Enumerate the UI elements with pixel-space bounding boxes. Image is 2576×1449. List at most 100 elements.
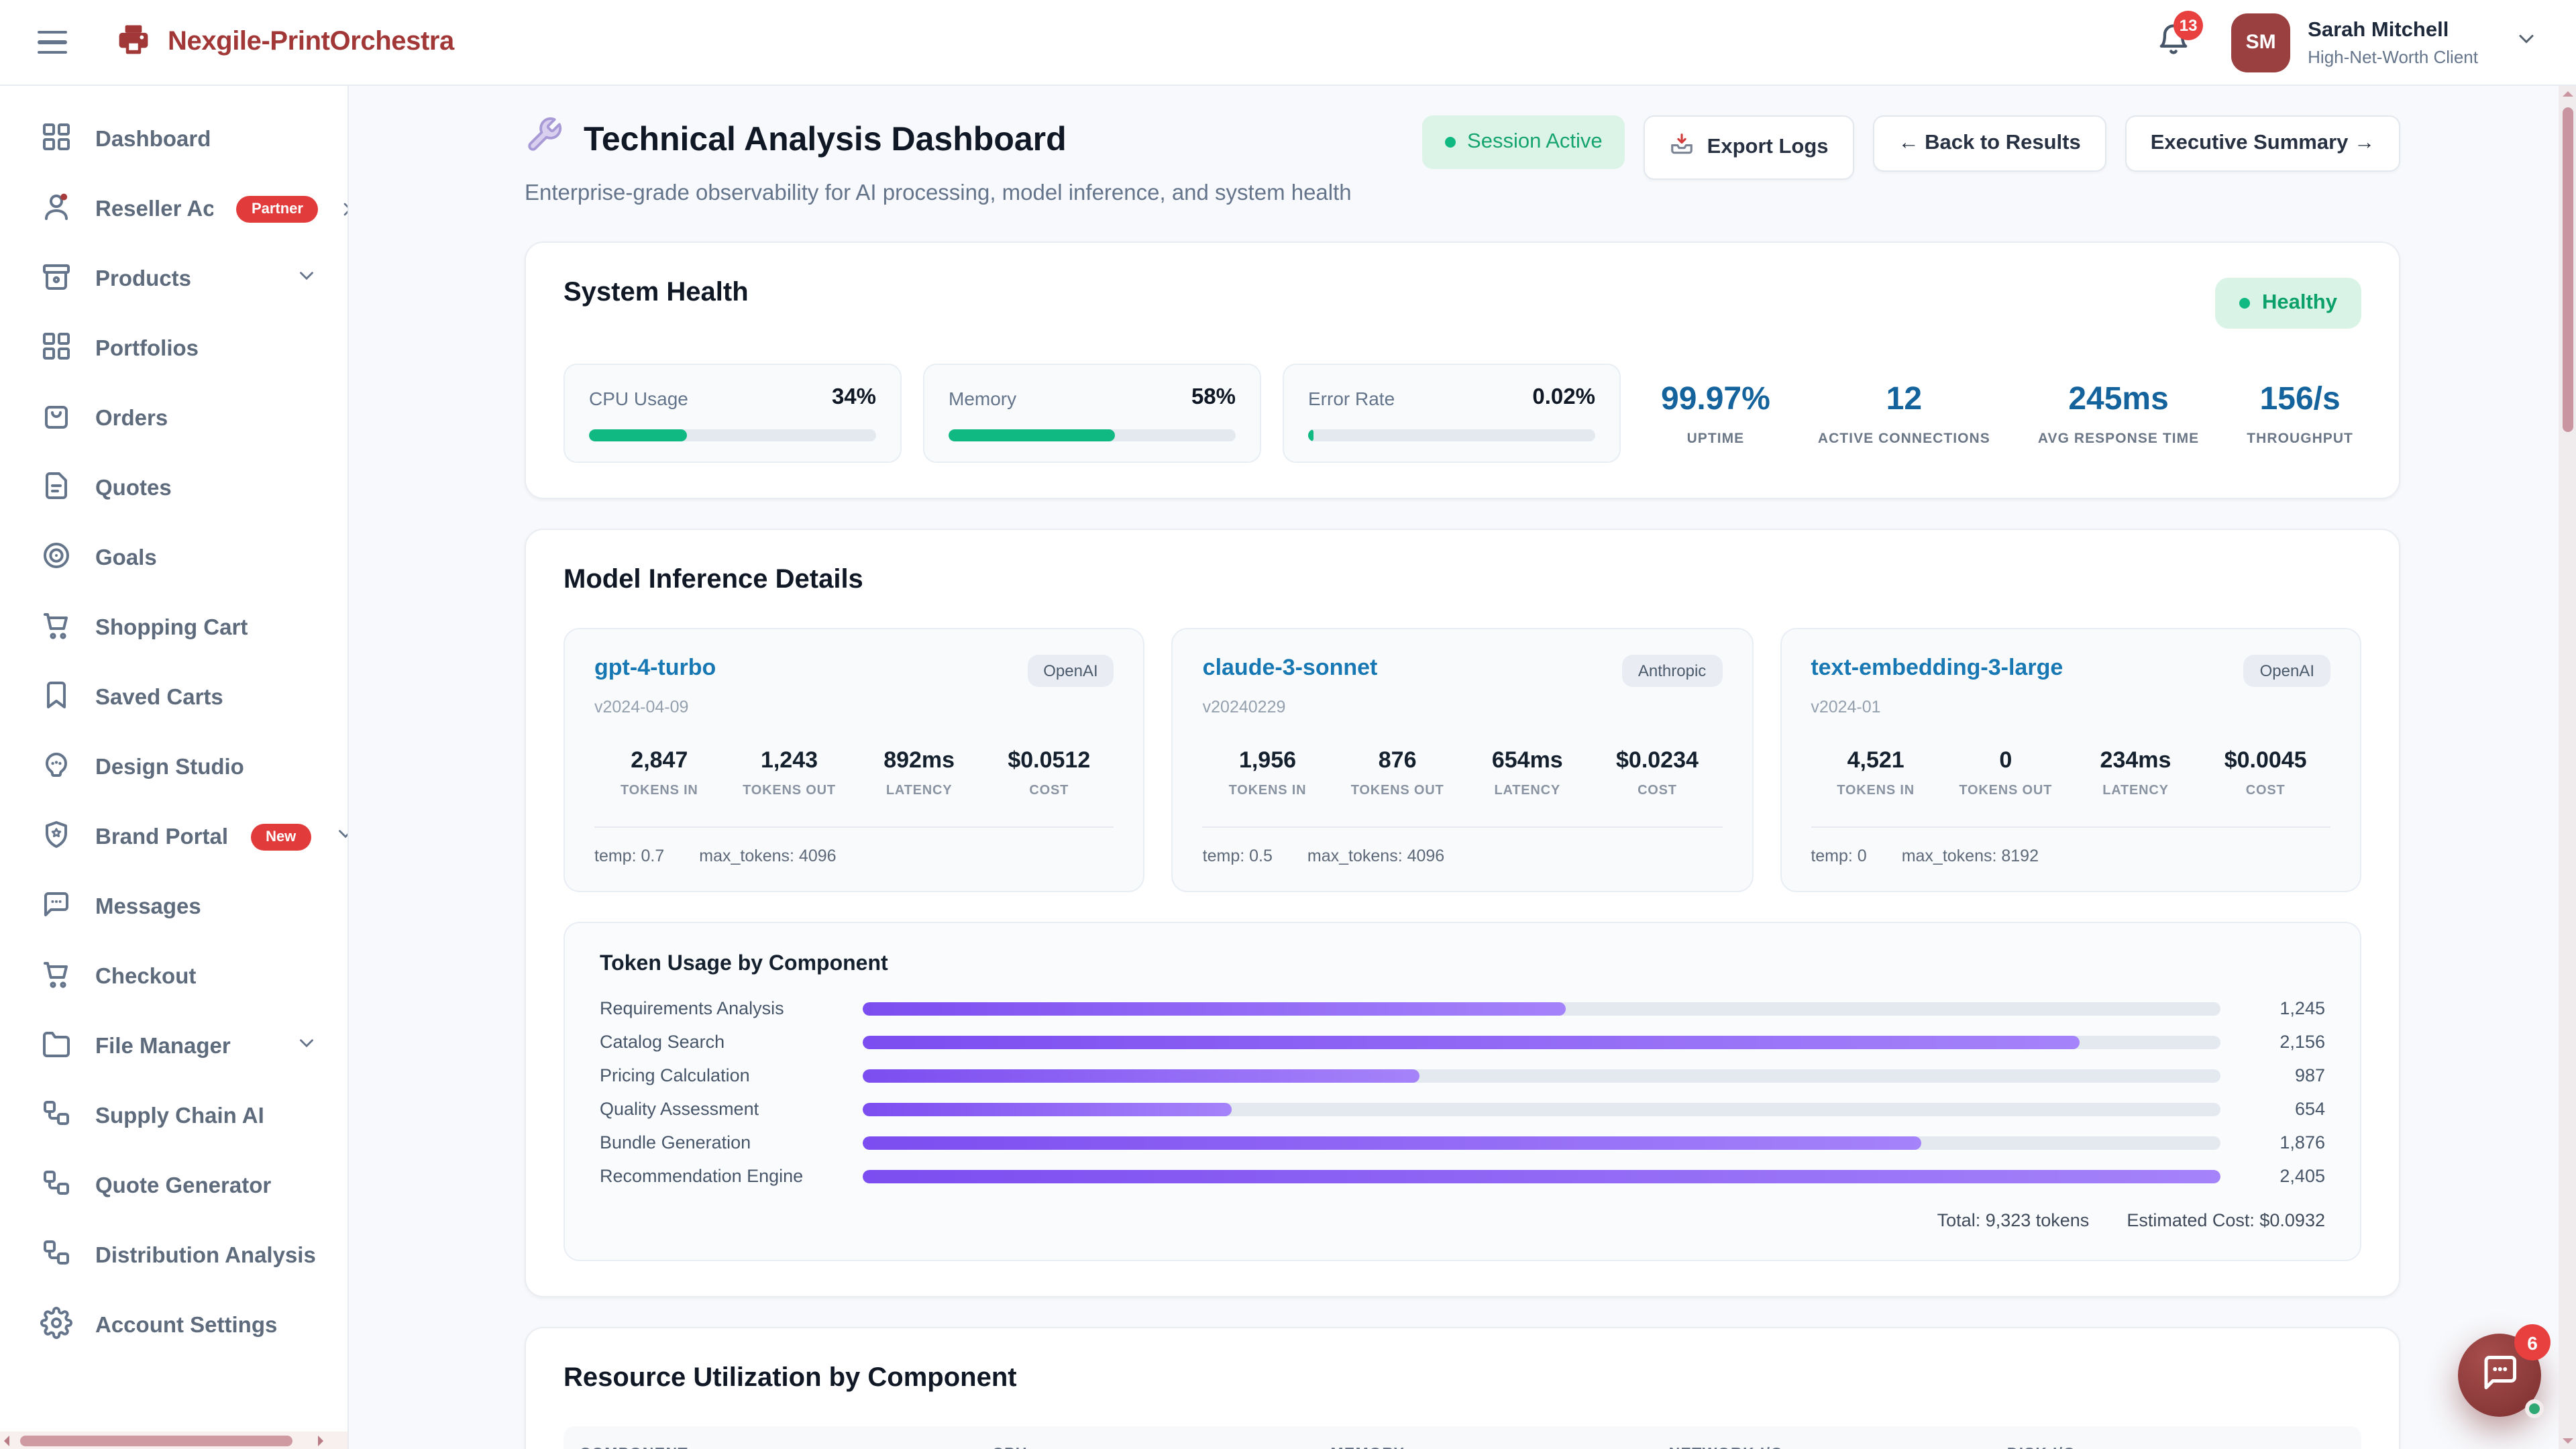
bell-icon bbox=[2156, 39, 2191, 62]
model-name-link[interactable]: claude-3-sonnet bbox=[1203, 655, 1378, 682]
back-to-results-button[interactable]: ← Back to Results bbox=[1873, 115, 2106, 172]
sidebar-item-file-manager[interactable]: File Manager bbox=[0, 1012, 347, 1081]
model-card-text-embedding-3-large: text-embedding-3-large OpenAI v2024-01 4… bbox=[1780, 628, 2361, 892]
estimated-cost: Estimated Cost: $0.0932 bbox=[2127, 1210, 2325, 1230]
system-health-card: System Health Healthy CPU Usage 34% bbox=[525, 241, 2400, 499]
brand-name: Nexgile-PrintOrchestra bbox=[168, 27, 454, 58]
partner-badge: Partner bbox=[237, 196, 318, 223]
main-area: Technical Analysis Dashboard Enterprise-… bbox=[349, 86, 2576, 1449]
sidebar-item-goals[interactable]: Goals bbox=[0, 523, 347, 593]
chat-unread-badge: 6 bbox=[2514, 1324, 2551, 1360]
sidebar-item-products[interactable]: Products bbox=[0, 244, 347, 314]
model-name-link[interactable]: text-embedding-3-large bbox=[1811, 655, 2063, 682]
sidebar-item-checkout[interactable]: Checkout bbox=[0, 942, 347, 1012]
cpu-usage-metric: CPU Usage 34% bbox=[564, 364, 902, 463]
sidebar-item-quotes[interactable]: Quotes bbox=[0, 453, 347, 523]
app-root: Nexgile-PrintOrchestra 13 SM Sarah Mitch… bbox=[0, 0, 2576, 1449]
wrench-icon bbox=[525, 115, 564, 164]
sidebar-item-saved-carts[interactable]: Saved Carts bbox=[0, 663, 347, 733]
shopping-bag-icon bbox=[40, 399, 72, 438]
export-logs-button[interactable]: Export Logs bbox=[1644, 115, 1854, 180]
sidebar-item-dashboard[interactable]: Dashboard bbox=[0, 105, 347, 174]
sidebar-horizontal-scrollbar[interactable] bbox=[0, 1432, 349, 1449]
metric-value: 58% bbox=[1191, 385, 1236, 411]
sidebar-item-brand-portal[interactable]: Brand Portal New bbox=[0, 802, 347, 872]
top-header: Nexgile-PrintOrchestra 13 SM Sarah Mitch… bbox=[0, 0, 2576, 86]
sidebar-item-shopping-cart[interactable]: Shopping Cart bbox=[0, 593, 347, 663]
brand[interactable]: Nexgile-PrintOrchestra bbox=[115, 21, 454, 64]
vertical-scrollbar[interactable] bbox=[2559, 86, 2576, 1449]
products-box-icon bbox=[40, 260, 72, 299]
resource-table: COMPONENT CPU MEMORY NETWORK I/O DISK I/… bbox=[564, 1426, 2361, 1449]
sidebar-item-portfolios[interactable]: Portfolios bbox=[0, 314, 347, 384]
token-usage-row: Catalog Search 2,156 bbox=[600, 1032, 2325, 1052]
model-name-link[interactable]: gpt-4-turbo bbox=[594, 655, 716, 682]
sidebar-item-reseller-account[interactable]: Reseller Account Partner bbox=[0, 174, 347, 244]
user-role: High-Net-Worth Client bbox=[2308, 46, 2478, 66]
model-version: v2024-04-09 bbox=[594, 698, 1114, 716]
model-version: v2024-01 bbox=[1811, 698, 2330, 716]
chevron-down-icon bbox=[295, 264, 318, 294]
sidebar-item-label: Orders bbox=[95, 406, 168, 431]
user-icon bbox=[40, 190, 72, 229]
executive-summary-button[interactable]: Executive Summary → bbox=[2125, 115, 2400, 172]
user-name: Sarah Mitchell bbox=[2308, 18, 2478, 42]
metric-label: Memory bbox=[949, 387, 1016, 409]
portfolios-grid-icon bbox=[40, 329, 72, 368]
cart-icon bbox=[40, 608, 72, 647]
sidebar-item-quote-generator[interactable]: Quote Generator bbox=[0, 1151, 347, 1221]
system-health-title: System Health bbox=[564, 278, 749, 309]
status-dot bbox=[2239, 298, 2250, 309]
resource-utilization-title: Resource Utilization by Component bbox=[564, 1363, 2361, 1394]
progress-fill bbox=[589, 429, 687, 441]
sidebar-item-distribution-analysis[interactable]: Distribution Analysis bbox=[0, 1221, 347, 1291]
token-usage-card: Token Usage by Component Requirements An… bbox=[564, 922, 2361, 1261]
token-total: Total: 9,323 tokens bbox=[1937, 1210, 2090, 1230]
model-inference-card: Model Inference Details gpt-4-turbo Open… bbox=[525, 529, 2400, 1297]
chevron-right-icon bbox=[337, 199, 349, 227]
hamburger-menu-icon[interactable] bbox=[38, 31, 67, 54]
notifications-button[interactable]: 13 bbox=[2156, 21, 2191, 63]
model-inference-title: Model Inference Details bbox=[564, 565, 2361, 596]
error-rate-metric: Error Rate 0.02% bbox=[1283, 364, 1621, 463]
workflow-icon bbox=[40, 1097, 72, 1136]
token-usage-row: Quality Assessment 654 bbox=[600, 1099, 2325, 1119]
target-icon bbox=[40, 539, 72, 578]
sidebar: Dashboard Reseller Account Partner Produ… bbox=[0, 86, 349, 1449]
scroll-down-arrow-icon[interactable] bbox=[2562, 1438, 2573, 1444]
model-card-claude-3-sonnet: claude-3-sonnet Anthropic v20240229 1,95… bbox=[1172, 628, 1754, 892]
scrollbar-thumb[interactable] bbox=[20, 1435, 292, 1446]
bar-fill bbox=[863, 1136, 1922, 1149]
sidebar-item-label: Account Settings bbox=[95, 1313, 277, 1338]
avg-response-time-stat: 245ms AVG RESPONSE TIME bbox=[2038, 380, 2199, 446]
chat-button[interactable]: 6 bbox=[2458, 1334, 2541, 1417]
sidebar-item-orders[interactable]: Orders bbox=[0, 384, 347, 453]
sidebar-item-label: Dashboard bbox=[95, 127, 211, 152]
user-menu[interactable]: SM Sarah Mitchell High-Net-Worth Client bbox=[2231, 13, 2538, 72]
sidebar-item-messages[interactable]: Messages bbox=[0, 872, 347, 942]
cart-icon bbox=[40, 957, 72, 996]
bar-track bbox=[863, 1102, 2220, 1116]
document-icon bbox=[40, 469, 72, 508]
download-tray-icon bbox=[1670, 131, 1695, 164]
message-icon bbox=[40, 888, 72, 926]
model-params: temp: 0.5max_tokens: 4096 bbox=[1203, 826, 1723, 865]
scroll-right-arrow-icon[interactable] bbox=[318, 1436, 323, 1446]
token-usage-row: Recommendation Engine 2,405 bbox=[600, 1166, 2325, 1186]
scroll-left-arrow-icon[interactable] bbox=[4, 1436, 9, 1446]
sidebar-item-account-settings[interactable]: Account Settings bbox=[0, 1291, 347, 1360]
sidebar-item-supply-chain-ai[interactable]: Supply Chain AI bbox=[0, 1081, 347, 1151]
sidebar-item-label: Brand Portal bbox=[95, 824, 228, 850]
bar-track bbox=[863, 1035, 2220, 1049]
session-active-badge: Session Active bbox=[1421, 115, 1625, 169]
token-usage-title: Token Usage by Component bbox=[600, 953, 2325, 977]
sidebar-item-label: Portfolios bbox=[95, 336, 199, 362]
scrollbar-thumb[interactable] bbox=[2562, 107, 2573, 432]
scroll-up-arrow-icon[interactable] bbox=[2562, 91, 2573, 97]
chevron-down-icon bbox=[295, 1032, 318, 1061]
sidebar-item-label: Products bbox=[95, 266, 191, 292]
provider-badge: OpenAI bbox=[2244, 655, 2330, 687]
sidebar-item-label: Quotes bbox=[95, 476, 172, 501]
chevron-down-icon bbox=[333, 822, 349, 852]
sidebar-item-design-studio[interactable]: Design Studio bbox=[0, 733, 347, 802]
